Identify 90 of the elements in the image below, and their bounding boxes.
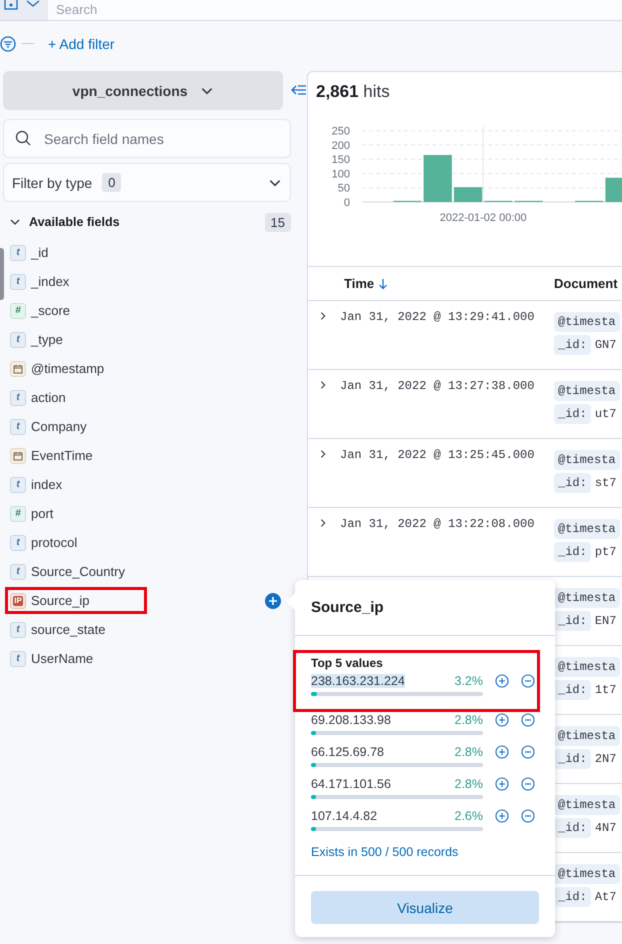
field-item[interactable]: IP Source_ip [10, 592, 90, 608]
y-tick-label: 150 [332, 154, 350, 166]
field-type-token: t [10, 332, 26, 348]
field-item[interactable]: t index [10, 476, 62, 492]
field-name-chip: _id: [554, 749, 591, 769]
field-value: 2N7 [594, 752, 616, 766]
field-search-field[interactable]: Search field names [3, 119, 291, 158]
field-value: pt7 [594, 545, 616, 559]
timestamp-cell: Jan 31, 2022 @ 13:22:08.000 [340, 517, 534, 531]
field-name-chip: _id: [554, 680, 591, 700]
add-filter-link[interactable]: + Add filter [48, 36, 115, 52]
field-type-token: t [10, 564, 26, 580]
value-text: 69.208.133.98 [311, 713, 391, 727]
field-item[interactable]: t UserName [10, 650, 94, 666]
field-item[interactable]: # port [10, 506, 54, 522]
top-values-title: Top 5 values [311, 656, 384, 672]
field-name-chip: @timesta [554, 519, 620, 539]
percentage: 3.2% [454, 674, 483, 688]
field-name-chip: @timesta [554, 450, 620, 470]
field-value: st7 [594, 476, 616, 490]
percentage: 2.8% [454, 777, 483, 791]
field-item[interactable]: t _type [10, 332, 63, 348]
timestamp-cell: Jan 31, 2022 @ 13:27:38.000 [340, 379, 534, 393]
field-item[interactable]: t _index [10, 274, 70, 290]
field-item[interactable]: # _score [10, 302, 70, 318]
field-type-token: t [10, 418, 26, 434]
field-name-chip: _id: [554, 473, 591, 493]
field-name-chip: _id: [554, 611, 591, 631]
field-item[interactable]: t protocol [10, 534, 78, 550]
field-name-chip: @timesta [554, 381, 620, 401]
exists-link[interactable]: Exists in 500 / 500 records [295, 845, 555, 875]
field-value: 1t7 [594, 683, 616, 697]
field-name-chip: @timesta [554, 657, 620, 677]
field-type-token: # [10, 302, 26, 318]
value-text: 107.14.4.82 [311, 809, 378, 823]
visualize-button[interactable]: Visualize [311, 891, 539, 924]
field-name-chip: _id: [554, 335, 591, 355]
percentage: 2.6% [454, 809, 483, 823]
field-name-chip: @timesta [554, 726, 620, 746]
field-item[interactable]: @timestamp [10, 360, 104, 376]
timestamp-cell: Jan 31, 2022 @ 13:25:45.000 [340, 448, 534, 462]
field-item[interactable]: t source_state [10, 622, 106, 638]
x-axis-label: 2022-01-02 00:00 [440, 212, 527, 224]
y-tick-label: 50 [338, 182, 350, 195]
field-type-token: t [10, 244, 26, 260]
field-name-chip: _id: [554, 404, 591, 424]
value-text: 238.163.231.224 [311, 674, 405, 688]
section-title: Available fields [29, 215, 120, 229]
field-item[interactable]: EventTime [10, 448, 93, 464]
field-count: 15 [264, 212, 291, 232]
field-name-chip: @timesta [554, 312, 620, 332]
field-type-token: t [10, 534, 26, 550]
field-name-chip: @timesta [554, 864, 620, 884]
y-tick-label: 250 [332, 126, 350, 138]
field-name-chip: _id: [554, 542, 591, 562]
field-item[interactable]: t _id [10, 244, 48, 260]
field-name-chip: @timesta [554, 795, 620, 815]
field-type-token: t [10, 476, 26, 492]
field-type-token: t [10, 390, 26, 406]
y-tick-label: 0 [344, 197, 350, 209]
value-text: 66.125.69.78 [311, 745, 384, 759]
field-type-token: t [10, 650, 26, 666]
popover-title: Source_ip [311, 599, 384, 616]
field-type-token: # [10, 506, 26, 522]
field-value: EN7 [594, 614, 616, 628]
y-tick-label: 200 [332, 140, 350, 152]
field-type-token: t [10, 622, 26, 638]
field-name-chip: _id: [554, 887, 591, 907]
percentage: 2.8% [454, 745, 483, 759]
field-value: ut7 [594, 407, 616, 421]
y-tick-label: 100 [332, 168, 350, 180]
percentage: 2.8% [454, 713, 483, 727]
field-item[interactable]: t Company [10, 418, 87, 434]
field-item[interactable]: t action [10, 390, 66, 406]
column-header[interactable]: Time [344, 276, 374, 291]
value-text: 64.171.101.56 [311, 777, 391, 791]
column-header[interactable]: Document [554, 276, 618, 291]
timestamp-cell: Jan 31, 2022 @ 13:29:41.000 [340, 310, 534, 324]
field-type-token: IP [10, 592, 26, 608]
filter-by-type-dropdown[interactable]: Filter by type 0 [3, 163, 291, 202]
hits-count: 2,861 hits [315, 81, 391, 103]
field-value: GN7 [594, 338, 616, 352]
field-name-chip: @timesta [554, 588, 620, 608]
field-value: At7 [594, 890, 616, 904]
field-name-chip: _id: [554, 818, 591, 838]
index-pattern-selector[interactable]: vpn_connections [3, 71, 283, 110]
field-item[interactable]: t Source_Country [10, 564, 125, 580]
field-type-token: t [10, 274, 26, 290]
field-value: 4N7 [594, 821, 616, 835]
filter-count: 0 [102, 173, 122, 192]
